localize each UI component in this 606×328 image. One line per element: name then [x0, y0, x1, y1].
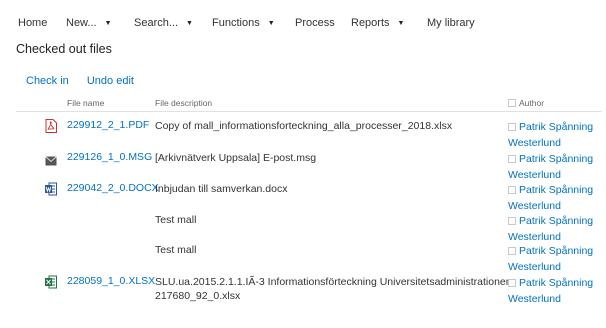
nav-new-label: New... — [66, 17, 97, 29]
author-name-line2: Westerlund — [508, 261, 561, 273]
file-description: Inbjudan till samverkan.docx — [155, 183, 288, 195]
pdf-icon — [45, 119, 57, 133]
page-title: Checked out files — [16, 42, 112, 56]
nav-reports-label: Reports — [351, 17, 390, 29]
table-row: 229042_2_0.DOCX Inbjudan till samverkan.… — [0, 182, 606, 212]
column-header-author-label: Author — [519, 98, 545, 108]
file-description: Test mall — [155, 244, 197, 256]
checkbox-icon[interactable] — [508, 155, 516, 163]
check-in-button[interactable]: Check in — [26, 75, 69, 87]
author-name-line1: Patrik Spånning — [519, 153, 594, 165]
nav-reports[interactable]: Reports ▼ — [351, 17, 404, 29]
caret-down-icon: ▼ — [186, 20, 193, 27]
file-description: Copy of mall_informationsforteckning_all… — [155, 120, 453, 132]
caret-down-icon: ▼ — [397, 20, 405, 27]
checkbox-icon[interactable] — [508, 279, 516, 287]
file-name-link[interactable]: 229042_2_0.DOCX — [67, 182, 159, 194]
caret-down-icon: ▼ — [267, 20, 275, 27]
column-header-filename[interactable]: File name — [67, 98, 104, 108]
author-name-line1: Patrik Spånning — [519, 215, 594, 227]
checkbox-icon[interactable] — [508, 186, 516, 194]
excel-icon — [45, 275, 57, 289]
caret-down-icon: ▼ — [104, 20, 112, 27]
author-link[interactable]: Patrik Spånning Westerlund — [508, 243, 593, 275]
author-link[interactable]: Patrik Spånning Westerlund — [508, 182, 593, 214]
checkbox-icon[interactable] — [508, 123, 516, 131]
author-link[interactable]: Patrik Spånning Westerlund — [508, 275, 593, 307]
table-row: 229126_1_0.MSG [Arkivnätverk Uppsala] E-… — [0, 151, 606, 181]
file-name-link[interactable]: 228059_1_0.XLSX — [67, 275, 155, 287]
author-name-line1: Patrik Spånning — [519, 121, 594, 133]
file-description: SLU.ua.2015.2.1.1.IÃ-3 Informationsförte… — [155, 275, 512, 303]
checkbox-icon[interactable] — [508, 217, 516, 225]
table-row: Test mall Patrik Spånning Westerlund — [0, 243, 606, 273]
nav-home[interactable]: Home — [18, 17, 47, 29]
column-header-author[interactable]: Author — [508, 98, 544, 108]
table-row: 229912_2_1.PDF Copy of mall_informations… — [0, 119, 606, 149]
column-header-description[interactable]: File description — [155, 98, 212, 108]
author-name-line2: Westerlund — [508, 200, 561, 212]
author-link[interactable]: Patrik Spånning Westerlund — [508, 213, 593, 245]
author-name-line1: Patrik Spånning — [519, 184, 594, 196]
file-name-link[interactable]: 229126_1_0.MSG — [67, 151, 152, 163]
author-name-line1: Patrik Spånning — [519, 245, 594, 257]
author-name-line2: Westerlund — [508, 293, 561, 305]
file-name-link[interactable]: 229912_2_1.PDF — [67, 119, 149, 131]
action-bar: Check in Undo edit — [26, 75, 149, 87]
nav-functions-label: Functions — [212, 17, 260, 29]
author-name-line2: Westerlund — [508, 231, 561, 243]
file-description-line1: SLU.ua.2015.2.1.1.IÃ-3 Informationsförte… — [155, 276, 512, 288]
author-name-line2: Westerlund — [508, 137, 561, 149]
nav-process[interactable]: Process — [295, 17, 335, 29]
author-link[interactable]: Patrik Spånning Westerlund — [508, 151, 593, 183]
header-divider — [16, 111, 602, 112]
nav-my-library[interactable]: My library — [427, 17, 475, 29]
nav-search[interactable]: Search... ▼ — [134, 17, 193, 29]
nav-search-label: Search... — [134, 17, 179, 29]
author-name-line2: Westerlund — [508, 169, 561, 181]
file-description: [Arkivnätverk Uppsala] E-post.msg — [155, 152, 317, 164]
nav-functions[interactable]: Functions ▼ — [212, 17, 275, 29]
mail-icon — [45, 153, 57, 167]
top-nav: Home New... ▼ Search... ▼ Functions ▼ Proce… — [0, 13, 606, 35]
checkbox-icon[interactable] — [508, 99, 516, 107]
file-description-line2: 217680_92_0.xlsx — [155, 290, 241, 302]
table-row: Test mall Patrik Spånning Westerlund — [0, 213, 606, 243]
table-row: 228059_1_0.XLSX SLU.ua.2015.2.1.1.IÃ-3 I… — [0, 275, 606, 309]
file-description: Test mall — [155, 214, 197, 226]
undo-edit-button[interactable]: Undo edit — [87, 75, 134, 87]
author-name-line1: Patrik Spånning — [519, 277, 594, 289]
word-icon — [45, 182, 57, 196]
checkbox-icon[interactable] — [508, 247, 516, 255]
author-link[interactable]: Patrik Spånning Westerlund — [508, 119, 593, 151]
nav-new[interactable]: New... ▼ — [66, 17, 112, 29]
